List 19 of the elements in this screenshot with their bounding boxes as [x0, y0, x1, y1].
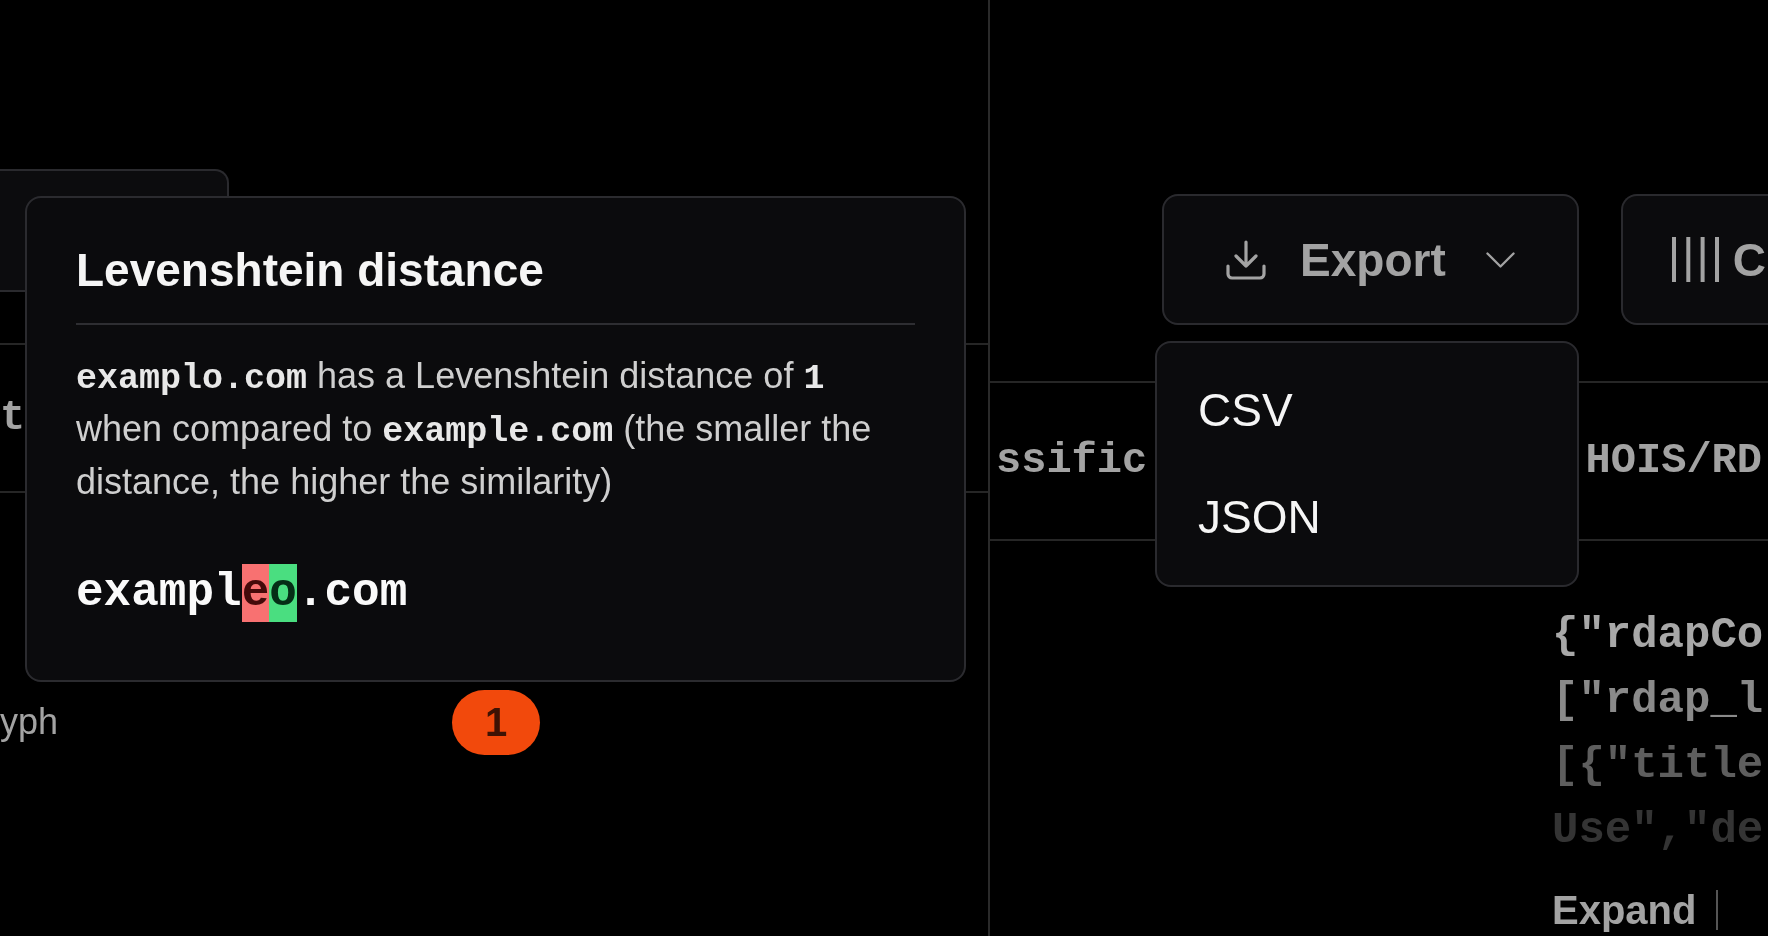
columns-button[interactable]: C	[1620, 194, 1768, 325]
count-badge[interactable]: 1	[452, 689, 540, 755]
code-line: {"rdapCo	[1552, 609, 1764, 662]
tooltip-description: examplo.com has a Levenshtein distance of 1 when compared to example.com (the smaller the distance, the higher the similarity)	[76, 354, 873, 504]
code-line: [{"title	[1552, 739, 1764, 792]
table-cell: yph	[0, 700, 59, 744]
code-line: ["rdap_l	[1552, 674, 1764, 727]
diff-text: exampleo.com	[76, 564, 408, 622]
tooltip-title: Levenshtein distance	[76, 243, 545, 298]
column-header: t	[0, 393, 26, 443]
columns-icon	[1671, 237, 1719, 282]
menu-item[interactable]: CSV	[1157, 356, 1578, 463]
column-header: HOIS/RD	[1585, 436, 1762, 486]
export-button[interactable]: Export	[1162, 194, 1579, 325]
download-icon	[1226, 239, 1267, 280]
chevron-down-icon	[1485, 251, 1515, 268]
expand-link[interactable]: Expand	[1552, 889, 1697, 931]
menu-item[interactable]: JSON	[1157, 463, 1578, 570]
column-header: ssific	[996, 436, 1148, 486]
